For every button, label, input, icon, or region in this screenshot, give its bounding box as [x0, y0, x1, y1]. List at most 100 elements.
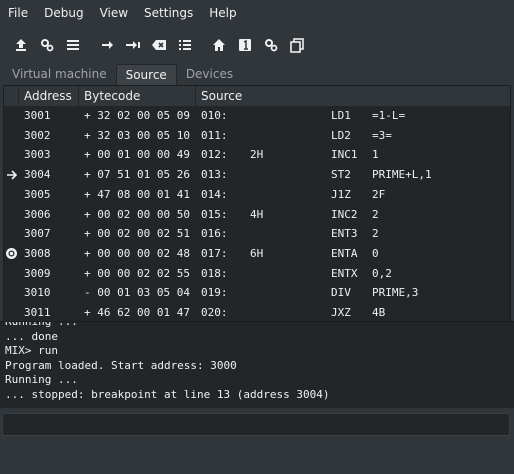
listing-button[interactable] — [60, 32, 86, 58]
console-output[interactable]: Running ...... done MIX> run Program loade… — [0, 321, 514, 408]
opcode-cell: INC1 — [331, 148, 358, 162]
tab-source[interactable]: Source — [115, 64, 177, 86]
menu-settings[interactable]: Settings — [136, 0, 201, 27]
source-row[interactable]: 3006 + 00 02 00 00 50 015: 4H INC2 2 — [4, 205, 510, 225]
bytecode-cell: - 00 01 03 05 04 — [84, 286, 190, 300]
source-listing[interactable]: Address Bytecode Source 3001 + 32 02 00 0… — [3, 85, 511, 323]
source-row[interactable]: 3005 + 47 08 00 01 41 014: J1Z 2F — [4, 185, 510, 205]
bytecode-cell: + 00 00 00 02 48 — [84, 246, 190, 260]
bytecode-cell: + 00 02 00 00 50 — [84, 207, 190, 221]
source-column-header[interactable]: Source — [196, 86, 510, 106]
line-label-cell: 019: — [201, 286, 228, 300]
source-row[interactable]: 3007 + 00 02 00 02 51 016: ENT3 2 — [4, 224, 510, 244]
breakpoint-gutter[interactable] — [4, 205, 19, 224]
operand-cell: =1-L= — [372, 109, 406, 122]
location-cell: 2H — [250, 148, 264, 162]
line-label-cell: 018: — [201, 266, 228, 280]
tab-virtual-machine[interactable]: Virtual machine — [3, 64, 116, 85]
console-line: ... stopped: breakpoint at line 13 (addr… — [5, 387, 330, 401]
line-label-cell: 017: — [201, 246, 228, 260]
address-cell: 3003 — [24, 148, 51, 162]
gear-icon — [41, 39, 54, 52]
breakpoint-gutter[interactable] — [4, 283, 19, 302]
gutter-header — [4, 86, 19, 106]
home-button[interactable] — [206, 32, 232, 58]
source-row[interactable]: 3002 + 32 03 00 05 10 011: LD2 =3= — [4, 126, 510, 146]
source-row[interactable]: 3008 + 00 00 00 02 48 017: 6H ENTA 0 — [4, 244, 510, 264]
step-into-icon — [126, 41, 140, 49]
settings-button[interactable] — [34, 32, 60, 58]
address-cell: 3001 — [24, 109, 51, 122]
location-cell: 4H — [250, 207, 264, 221]
console-line: Running ... — [5, 321, 78, 328]
breakpoint-gutter[interactable] — [4, 126, 19, 145]
copy-icon — [290, 38, 304, 53]
source-row[interactable]: 3001 + 32 02 00 05 09 010: LD1 =1-L= — [4, 106, 510, 126]
arrow-right-icon — [102, 41, 113, 49]
breakpoint-gutter[interactable] — [4, 185, 19, 204]
console-line: MIX> run — [5, 344, 58, 357]
address-cell: 3004 — [24, 168, 51, 182]
source-header: Address Bytecode Source — [4, 86, 510, 106]
source-row[interactable]: 3004 + 07 51 01 05 26 013: ST2 PRIME+L,1 — [4, 165, 510, 185]
breakpoint-gutter[interactable] — [4, 303, 19, 322]
operand-cell: 2 — [372, 227, 379, 241]
run-button[interactable] — [94, 32, 120, 58]
bytecode-cell: + 00 00 02 02 55 — [84, 266, 190, 280]
bytecode-cell: + 46 62 00 01 47 — [84, 306, 190, 319]
operand-cell: PRIME+L,1 — [372, 168, 432, 182]
bytecode-cell: + 32 03 00 05 10 — [84, 128, 190, 142]
tab-devices[interactable]: Devices — [177, 64, 242, 85]
breakpoints-button[interactable] — [172, 32, 198, 58]
line-label-cell: 016: — [201, 227, 228, 241]
source-row[interactable]: 3003 + 00 01 00 00 49 012: 2H INC1 1 — [4, 145, 510, 165]
operand-cell: 0,2 — [372, 266, 392, 280]
step-button[interactable] — [120, 32, 146, 58]
opcode-cell: ST2 — [331, 168, 351, 182]
menu-help[interactable]: Help — [201, 0, 244, 27]
source-row[interactable]: 3009 + 00 00 02 02 55 018: ENTX 0,2 — [4, 264, 510, 284]
bytecode-cell: + 00 01 00 00 49 — [84, 148, 190, 162]
address-cell: 3011 — [24, 306, 51, 319]
menu-bar: File Debug View Settings Help — [0, 0, 514, 27]
opcode-cell: INC2 — [331, 207, 358, 221]
line-label-cell: 012: — [201, 148, 228, 162]
breakpoint-gutter[interactable] — [4, 264, 19, 283]
breakpoint-gutter[interactable] — [4, 145, 19, 164]
source-row[interactable]: 3011 + 46 62 00 01 47 020: JXZ 4B — [4, 303, 510, 322]
operand-cell: =3= — [372, 128, 392, 142]
bytecode-cell: + 07 51 01 05 26 — [84, 168, 190, 182]
address-cell: 3007 — [24, 227, 51, 241]
operand-cell: 0 — [372, 246, 379, 260]
current-line-arrow-icon[interactable] — [4, 165, 19, 184]
home-icon — [213, 39, 225, 51]
line-label-cell: 015: — [201, 207, 228, 221]
opcode-cell: DIV — [331, 286, 351, 300]
opcode-cell: ENT3 — [331, 227, 358, 241]
address-cell: 3008 — [24, 246, 51, 260]
address-column-header[interactable]: Address — [19, 86, 79, 106]
opcode-cell: JXZ — [331, 306, 351, 319]
number-one-icon — [239, 39, 251, 51]
bytecode-column-header[interactable]: Bytecode — [79, 86, 196, 106]
bytecode-cell: + 47 08 00 01 41 — [84, 187, 190, 201]
goto-line-button[interactable] — [232, 32, 258, 58]
menu-file[interactable]: File — [0, 0, 36, 27]
breakpoint-gutter[interactable] — [4, 106, 19, 125]
configure-button[interactable] — [258, 32, 284, 58]
menu-view[interactable]: View — [92, 0, 136, 27]
menu-debug[interactable]: Debug — [36, 0, 91, 27]
line-label-cell: 020: — [201, 306, 228, 319]
copy-button[interactable] — [284, 32, 310, 58]
source-row[interactable]: 3010 - 00 01 03 05 04 019: DIV PRIME,3 — [4, 283, 510, 303]
upload-icon — [16, 39, 26, 51]
address-cell: 3006 — [24, 207, 51, 221]
operand-cell: PRIME,3 — [372, 286, 419, 300]
clear-breakpoint-icon — [152, 40, 166, 50]
breakpoint-icon[interactable] — [4, 244, 19, 263]
console-line: Running ... — [5, 373, 78, 386]
command-input[interactable] — [2, 413, 510, 436]
upload-button[interactable] — [8, 32, 34, 58]
breakpoint-gutter[interactable] — [4, 224, 19, 243]
clear-button[interactable] — [146, 32, 172, 58]
